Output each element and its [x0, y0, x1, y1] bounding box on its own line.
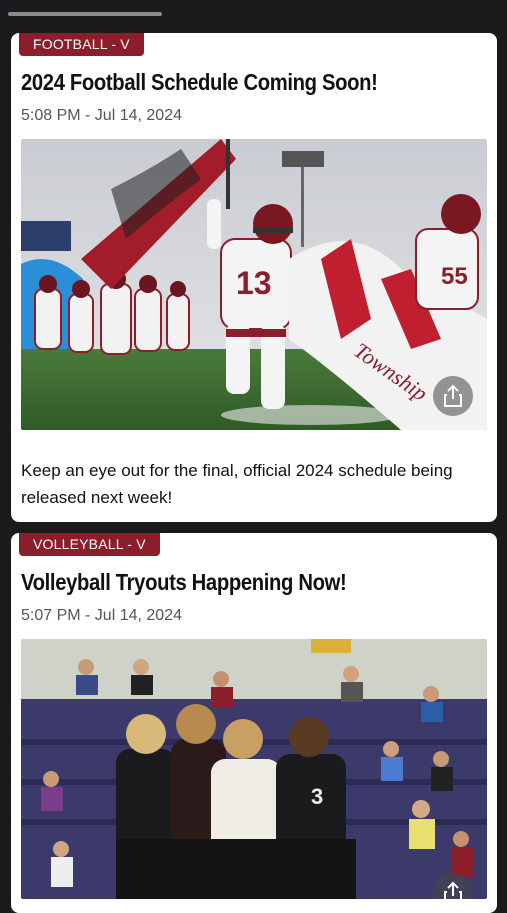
post-timestamp: 5:07 PM - Jul 14, 2024: [21, 607, 182, 624]
svg-text:3: 3: [311, 784, 323, 809]
share-button[interactable]: [433, 376, 473, 416]
share-icon: [444, 881, 462, 899]
post-timestamp: 5:08 PM - Jul 14, 2024: [21, 107, 182, 124]
share-icon: [444, 384, 462, 407]
post-title[interactable]: 2024 Football Schedule Coming Soon!: [21, 69, 431, 96]
post-card-volleyball[interactable]: VOLLEYBALL - V Volleyball Tryouts Happen…: [11, 533, 497, 913]
post-photo-football[interactable]: 13 Township 55: [21, 139, 487, 430]
category-badge[interactable]: VOLLEYBALL - V: [19, 533, 160, 556]
post-card-football[interactable]: FOOTBALL - V 2024 Football Schedule Comi…: [11, 33, 497, 522]
svg-text:55: 55: [441, 263, 468, 290]
volleyball-photo-illustration: 3: [21, 639, 487, 899]
top-bar: [0, 0, 507, 26]
svg-text:13: 13: [236, 265, 272, 301]
post-photo-volleyball[interactable]: 3: [21, 639, 487, 899]
scroll-indicator: [8, 12, 162, 16]
post-title[interactable]: Volleyball Tryouts Happening Now!: [21, 569, 431, 596]
category-badge[interactable]: FOOTBALL - V: [19, 33, 144, 56]
post-body: Keep an eye out for the final, official …: [21, 461, 453, 507]
football-photo-illustration: 13 Township 55: [21, 139, 487, 430]
